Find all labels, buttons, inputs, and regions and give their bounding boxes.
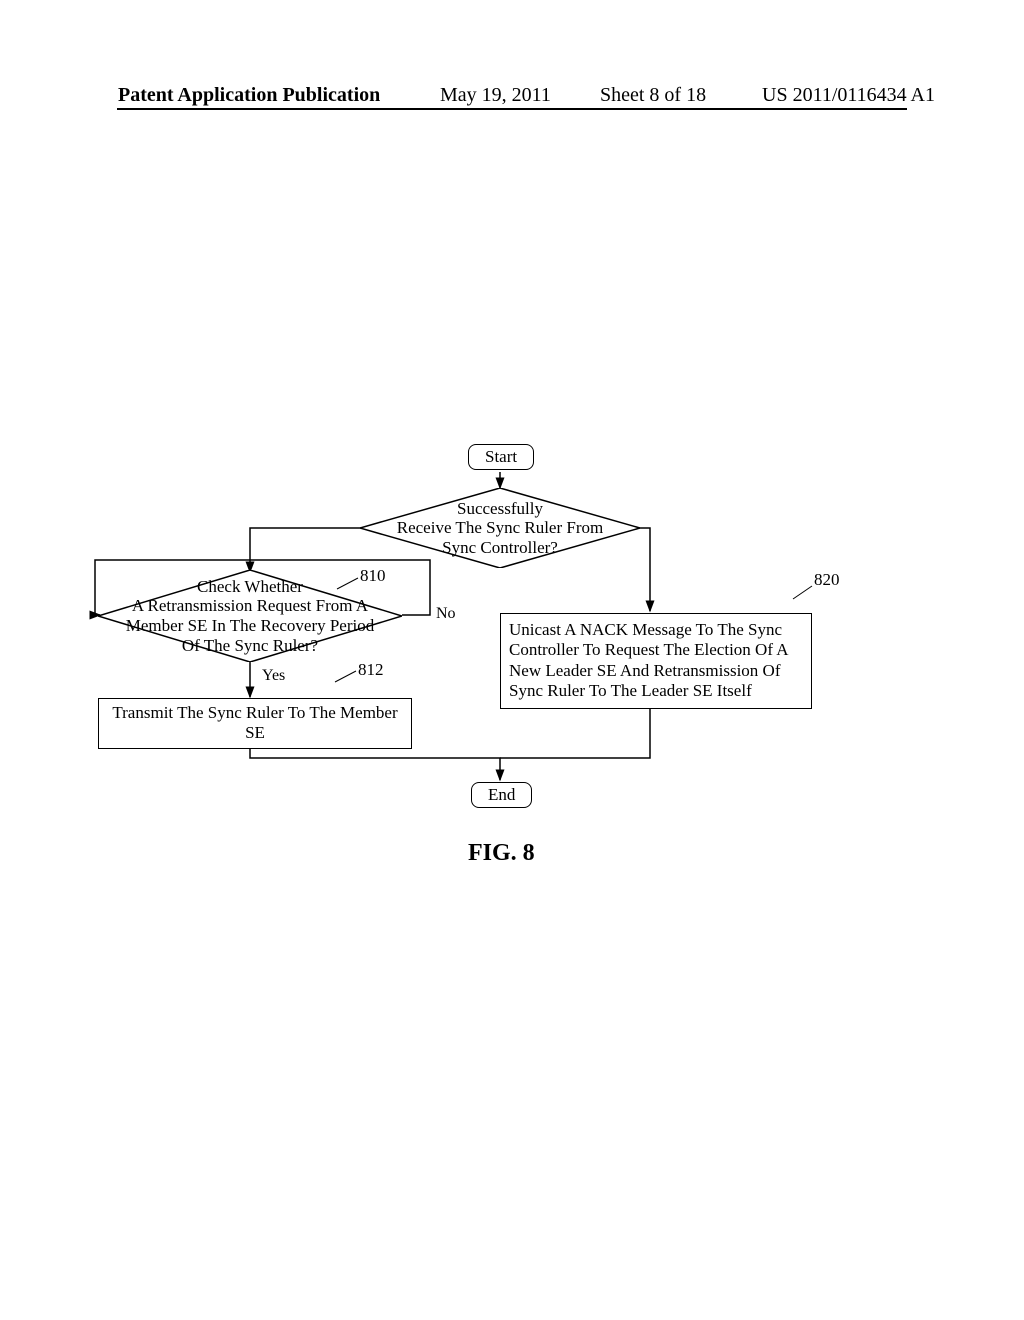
ref-810: 810 bbox=[360, 566, 386, 586]
terminal-start-label: Start bbox=[469, 445, 533, 469]
header-rule bbox=[117, 108, 907, 110]
edge-label-d2-yes: Yes bbox=[262, 667, 285, 685]
terminal-end-label: End bbox=[472, 783, 531, 807]
ref-812: 812 bbox=[358, 660, 384, 680]
decision-d2-text: Check Whether A Retransmission Request F… bbox=[122, 578, 378, 654]
terminal-start: Start bbox=[468, 444, 534, 470]
header-pub-number: US 2011/0116434 A1 bbox=[762, 84, 935, 107]
header-date: May 19, 2011 bbox=[440, 84, 551, 107]
edge-label-d2-no: No bbox=[436, 605, 456, 623]
header-sheet: Sheet 8 of 18 bbox=[600, 84, 706, 107]
process-820-text: Unicast A NACK Message To The Sync Contr… bbox=[509, 620, 788, 700]
page: Patent Application Publication May 19, 2… bbox=[0, 0, 1024, 1320]
process-812-text: Transmit The Sync Ruler To The Member SE bbox=[112, 703, 397, 742]
decision-d1: Successfully Receive The Sync Ruler From… bbox=[360, 488, 640, 568]
header-publication-type: Patent Application Publication bbox=[118, 84, 380, 107]
decision-d1-text: Successfully Receive The Sync Ruler From… bbox=[380, 496, 620, 560]
ref-820: 820 bbox=[814, 570, 840, 590]
process-812: Transmit The Sync Ruler To The Member SE bbox=[98, 698, 412, 749]
figure-caption: FIG. 8 bbox=[468, 840, 535, 867]
decision-d2: Check Whether A Retransmission Request F… bbox=[98, 570, 402, 662]
process-820: Unicast A NACK Message To The Sync Contr… bbox=[500, 613, 812, 709]
terminal-end: End bbox=[471, 782, 532, 808]
